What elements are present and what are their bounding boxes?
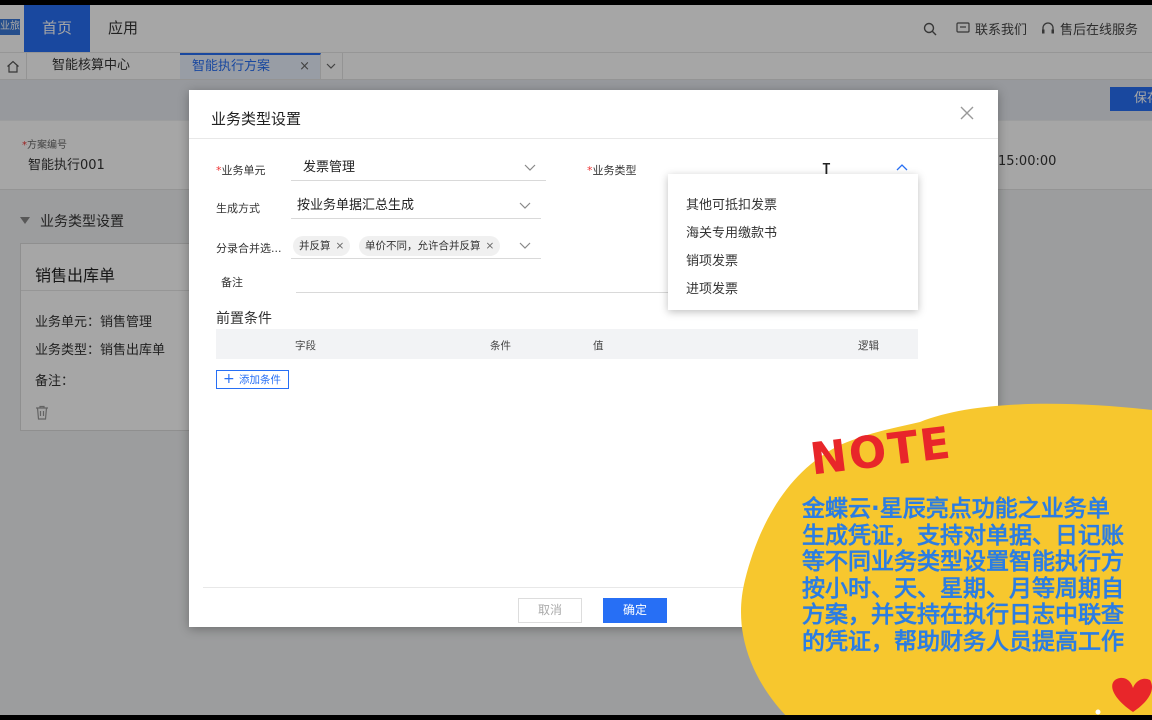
dropdown-option[interactable]: 其他可抵扣发票 bbox=[686, 194, 777, 213]
merge-select[interactable]: 并反算 × 单价不同，允许合并反算 × bbox=[291, 234, 541, 259]
ok-button[interactable]: 确定 bbox=[603, 598, 667, 623]
unit-label: *业务单元 bbox=[216, 164, 266, 177]
note-line: 生成凭证，支持对单据、日记账 bbox=[802, 522, 1124, 549]
remark-label: 备注 bbox=[221, 276, 243, 289]
unit-select-value: 发票管理 bbox=[303, 160, 356, 175]
type-dropdown-menu: 其他可抵扣发票 海关专用缴款书 销项发票 进项发票 bbox=[668, 174, 918, 310]
column-header: 值 bbox=[593, 340, 604, 352]
note-text: 金蝶云·星辰亮点功能之业务单 生成凭证，支持对单据、日记账 等不同业务类型设置智… bbox=[802, 496, 1152, 655]
precondition-table-header: 字段 条件 值 逻辑 bbox=[216, 329, 918, 359]
tag-close-icon[interactable]: × bbox=[336, 240, 345, 252]
gen-label: 生成方式 bbox=[216, 202, 260, 215]
note-line: 方案，并支持在执行日志中联查 bbox=[802, 602, 1124, 628]
note-line: 等不同业务类型设置智能执行方 bbox=[802, 549, 1124, 575]
dropdown-option[interactable]: 进项发票 bbox=[686, 278, 738, 297]
column-header: 逻辑 bbox=[858, 340, 879, 352]
chevron-down-icon bbox=[519, 242, 531, 249]
dropdown-option[interactable]: 销项发票 bbox=[686, 250, 738, 269]
tag-close-icon[interactable]: × bbox=[486, 240, 495, 252]
add-condition-button[interactable]: + 添加条件 bbox=[216, 370, 289, 389]
add-condition-label: 添加条件 bbox=[239, 374, 281, 386]
gen-select[interactable]: 按业务单据汇总生成 bbox=[291, 194, 541, 219]
precondition-title: 前置条件 bbox=[216, 311, 272, 327]
merge-tag: 并反算 × bbox=[293, 236, 351, 256]
bottom-strip bbox=[0, 715, 1152, 720]
column-header: 字段 bbox=[295, 340, 316, 352]
type-label: *业务类型 bbox=[587, 164, 637, 177]
remark-input[interactable] bbox=[296, 268, 668, 293]
gen-select-value: 按业务单据汇总生成 bbox=[297, 198, 415, 213]
dialog-divider bbox=[189, 138, 998, 139]
chevron-down-icon bbox=[524, 164, 536, 171]
note-line: 按小时、天、星期、月等周期自 bbox=[802, 575, 1124, 602]
dropdown-option[interactable]: 海关专用缴款书 bbox=[686, 222, 777, 241]
merge-tag: 单价不同，允许合并反算 × bbox=[359, 236, 501, 256]
close-icon[interactable] bbox=[958, 104, 976, 122]
column-header: 条件 bbox=[490, 340, 511, 352]
note-line: 金蝶云·星辰亮点功能之业务单 bbox=[802, 496, 1110, 522]
dialog-title: 业务类型设置 bbox=[211, 110, 302, 128]
plus-icon: + bbox=[223, 371, 235, 387]
cancel-button[interactable]: 取消 bbox=[518, 598, 582, 623]
chevron-down-icon bbox=[519, 202, 531, 209]
unit-select[interactable]: 发票管理 bbox=[291, 156, 546, 181]
chevron-up-icon bbox=[896, 164, 908, 171]
note-line: 的凭证，帮助财务人员提高工作 bbox=[802, 628, 1124, 655]
merge-label: 分录合并选... bbox=[216, 242, 282, 255]
